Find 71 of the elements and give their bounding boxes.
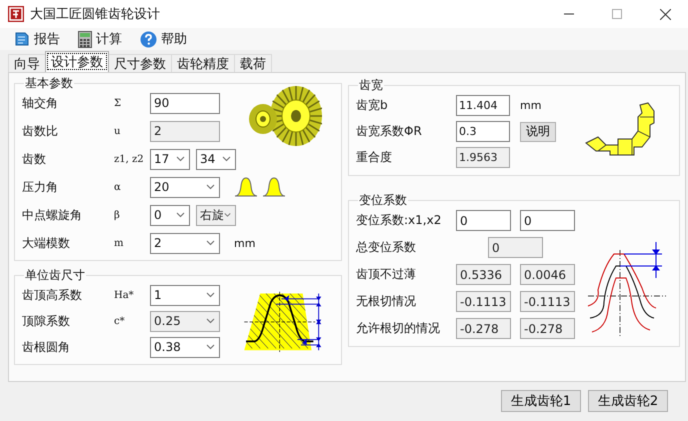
symbol-label: m [114, 238, 124, 248]
tab[interactable]: 尺寸参数 [108, 54, 172, 72]
menu-item[interactable]: 帮助 [140, 30, 187, 48]
menu-item[interactable]: 计算 [78, 30, 122, 48]
field-label: 总变位系数 [356, 239, 417, 256]
app-icon [8, 6, 24, 22]
tab[interactable]: 齿轮精度 [171, 54, 235, 72]
symbol-label: α [114, 182, 122, 192]
chevron-icon [206, 292, 215, 298]
field-label: 齿根圆角 [22, 338, 71, 356]
chevron-icon [206, 318, 215, 324]
tab[interactable]: 设计参数 [45, 51, 109, 72]
unit-label: mm [234, 236, 256, 250]
field-label: 顶隙系数 [22, 312, 71, 330]
input-field[interactable]: 0 [456, 210, 511, 231]
field-label: 齿顶不过薄 [356, 266, 417, 283]
dropdown[interactable]: 20 [150, 176, 220, 198]
field-label: 允许根切的情况 [356, 320, 441, 337]
dropdown[interactable]: 34 [196, 148, 236, 170]
generate-gear-button[interactable]: 生成齿轮2 [588, 390, 668, 412]
field-label: 齿宽系数ΦR [356, 123, 423, 140]
input-field[interactable]: 0 [520, 210, 575, 231]
field-label: 无根切情况 [356, 293, 417, 310]
field-label: 变位系数:x1,x2 [356, 212, 442, 229]
dropdown[interactable]: 0 [150, 204, 190, 226]
window-title: 大国工匠圆锥齿轮设计 [30, 6, 161, 23]
chevron-icon [206, 240, 215, 246]
generate-gear-button[interactable]: 生成齿轮1 [501, 390, 581, 412]
group-title: 变位系数 [358, 192, 408, 209]
field-label: 重合度 [356, 149, 393, 166]
tooth-profile-icon [234, 177, 258, 197]
field-label: 齿顶高系数 [22, 286, 83, 304]
chevron-icon [206, 344, 215, 350]
input-field[interactable]: 90 [150, 92, 220, 114]
input-field[interactable]: 0.3 [456, 121, 510, 142]
chevron-icon [176, 212, 185, 218]
chevron-icon [222, 156, 231, 162]
group-title: 齿宽 [358, 77, 384, 94]
tab[interactable]: 载荷 [234, 54, 272, 72]
help-icon [140, 30, 157, 48]
field-label: 中点螺旋角 [22, 206, 83, 224]
group-title: 单位齿尺寸 [24, 267, 86, 284]
field-label: 压力角 [22, 178, 59, 196]
field-label: 齿数 [22, 150, 47, 168]
symbol-label: u [114, 126, 122, 136]
dropdown[interactable]: 1 [150, 284, 220, 306]
dropdown[interactable]: 0.38 [150, 336, 220, 358]
input-field[interactable]: 11.404 [456, 95, 510, 116]
chevron-icon [206, 184, 215, 190]
chevron-icon [176, 156, 185, 162]
group-title: 基本参数 [24, 75, 74, 92]
symbol-label: Σ [114, 98, 122, 108]
menu-item[interactable]: 报告 [14, 30, 60, 48]
document-icon [14, 31, 30, 47]
field-label: 大端模数 [22, 234, 71, 252]
symbol-label: c* [114, 316, 126, 326]
close-icon[interactable] [660, 8, 670, 20]
tab[interactable]: 向导 [8, 54, 46, 72]
chevron-icon [224, 212, 231, 218]
field-label: 轴交角 [22, 94, 59, 112]
dropdown[interactable]: 17 [150, 148, 190, 170]
field-label: 齿宽b [356, 97, 389, 114]
tooth-profile-icon [262, 177, 286, 197]
calculator-icon [78, 30, 92, 48]
symbol-label: Ha* [114, 290, 135, 300]
symbol-label: z1, z2 [114, 154, 145, 164]
symbol-label: β [114, 210, 121, 220]
field-label: 齿数比 [22, 122, 59, 140]
unit-label: mm [520, 99, 542, 112]
dropdown[interactable]: 2 [150, 232, 220, 254]
explain-button[interactable]: 说明 [520, 122, 556, 142]
